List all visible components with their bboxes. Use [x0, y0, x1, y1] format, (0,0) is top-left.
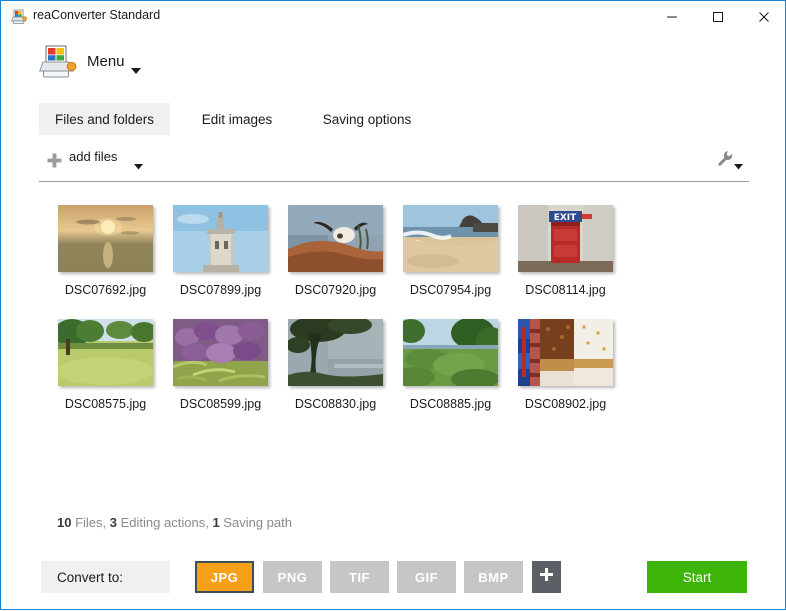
svg-text:EXIT: EXIT: [554, 213, 577, 223]
convert-to-label-box: Convert to:: [41, 561, 170, 593]
plus-icon[interactable]: [47, 153, 62, 173]
close-icon: [758, 11, 770, 23]
tab-label: Edit images: [202, 112, 273, 127]
list-item[interactable]: EXIT DSC08114.jpg: [508, 205, 623, 297]
app-printer-icon[interactable]: [39, 44, 77, 80]
toolbar-separator: [39, 181, 749, 182]
format-label: TIF: [349, 570, 370, 585]
menu-row: Menu: [1, 32, 785, 94]
list-item[interactable]: DSC08830.jpg: [278, 319, 393, 411]
sandy-beach-with-waves-image: [403, 205, 498, 272]
plus-icon: [539, 567, 554, 587]
file-thumbnail-grid: DSC07692.jpg DSC07899.jpg: [1, 191, 785, 501]
green-field-with-trees-image: [58, 319, 153, 386]
list-item[interactable]: DSC08575.jpg: [48, 319, 163, 411]
file-name: DSC08885.jpg: [393, 397, 508, 411]
maximize-icon: [712, 11, 724, 23]
add-files-button[interactable]: add files: [69, 149, 117, 164]
stone-lighthouse-tower-image: [173, 205, 268, 272]
file-name: DSC08599.jpg: [163, 397, 278, 411]
thumbnail[interactable]: [173, 205, 268, 272]
app-window: reaConverter Standard: [0, 0, 786, 610]
tree-beside-water-image: [288, 319, 383, 386]
wrench-icon[interactable]: [717, 150, 734, 172]
tab-saving-options[interactable]: Saving options: [306, 103, 428, 135]
files-toolbar: add files: [1, 143, 785, 177]
thumbnail[interactable]: EXIT: [518, 205, 613, 272]
status-summary: 10 Files, 3 Editing actions, 1 Saving pa…: [57, 515, 292, 530]
paths-count: 1: [212, 515, 219, 530]
convert-to-label: Convert to:: [57, 570, 123, 585]
green-trees-landscape-image: [403, 319, 498, 386]
thumbnail[interactable]: [288, 205, 383, 272]
red-exit-fire-box-image: EXIT: [518, 205, 613, 272]
list-item[interactable]: DSC08599.jpg: [163, 319, 278, 411]
tab-edit-images[interactable]: Edit images: [184, 103, 290, 135]
colorful-fabric-collage-image: [518, 319, 613, 386]
start-label: Start: [683, 570, 712, 585]
actions-count: 3: [110, 515, 117, 530]
start-button[interactable]: Start: [647, 561, 747, 593]
format-label: BMP: [478, 570, 508, 585]
format-label: JPG: [211, 570, 239, 585]
list-item[interactable]: DSC07899.jpg: [163, 205, 278, 297]
thumbnail[interactable]: [518, 319, 613, 386]
list-item[interactable]: DSC07692.jpg: [48, 205, 163, 297]
format-label: GIF: [415, 570, 438, 585]
close-button[interactable]: [741, 1, 786, 32]
thumbnail[interactable]: [58, 319, 153, 386]
file-name: DSC08830.jpg: [278, 397, 393, 411]
chevron-down-icon[interactable]: [734, 157, 743, 175]
minimize-icon: [666, 11, 678, 23]
title-bar: reaConverter Standard: [1, 1, 785, 32]
minimize-button[interactable]: [649, 1, 695, 32]
chevron-down-icon[interactable]: [131, 62, 141, 80]
window-title: reaConverter Standard: [33, 8, 160, 22]
tab-files-and-folders[interactable]: Files and folders: [39, 103, 170, 135]
format-button-bmp[interactable]: BMP: [464, 561, 523, 593]
file-name: DSC08575.jpg: [48, 397, 163, 411]
file-name: DSC08114.jpg: [508, 283, 623, 297]
purple-eggplants-image: [173, 319, 268, 386]
paths-label: Saving path: [223, 515, 292, 530]
thumbnail[interactable]: [288, 319, 383, 386]
thumbnail[interactable]: [403, 205, 498, 272]
list-item[interactable]: DSC08902.jpg: [508, 319, 623, 411]
file-name: DSC07899.jpg: [163, 283, 278, 297]
thumbnail[interactable]: [173, 319, 268, 386]
format-button-png[interactable]: PNG: [263, 561, 322, 593]
maximize-button[interactable]: [695, 1, 741, 32]
add-format-button[interactable]: [532, 561, 561, 593]
sunset-over-water-image: [58, 205, 153, 272]
bottom-bar: Convert to: JPG PNG TIF GIF BMP Start: [1, 557, 785, 611]
files-label: Files,: [75, 515, 106, 530]
tab-bar: Files and folders Edit images Saving opt…: [1, 103, 785, 137]
tab-label: Files and folders: [55, 112, 154, 127]
thumbnail[interactable]: [403, 319, 498, 386]
format-button-gif[interactable]: GIF: [397, 561, 456, 593]
app-printer-icon: [11, 9, 27, 25]
format-label: PNG: [278, 570, 308, 585]
file-name: DSC07954.jpg: [393, 283, 508, 297]
tab-label: Saving options: [323, 112, 412, 127]
chevron-down-icon[interactable]: [134, 157, 143, 175]
list-item[interactable]: DSC08885.jpg: [393, 319, 508, 411]
file-name: DSC08902.jpg: [508, 397, 623, 411]
format-button-tif[interactable]: TIF: [330, 561, 389, 593]
list-item[interactable]: DSC07954.jpg: [393, 205, 508, 297]
menu-button-label[interactable]: Menu: [87, 53, 125, 70]
format-button-jpg[interactable]: JPG: [195, 561, 254, 593]
file-name: DSC07692.jpg: [48, 283, 163, 297]
actions-label: Editing actions,: [121, 515, 209, 530]
file-name: DSC07920.jpg: [278, 283, 393, 297]
animal-skull-on-rock-image: [288, 205, 383, 272]
thumbnail[interactable]: [58, 205, 153, 272]
list-item[interactable]: DSC07920.jpg: [278, 205, 393, 297]
files-count: 10: [57, 515, 71, 530]
